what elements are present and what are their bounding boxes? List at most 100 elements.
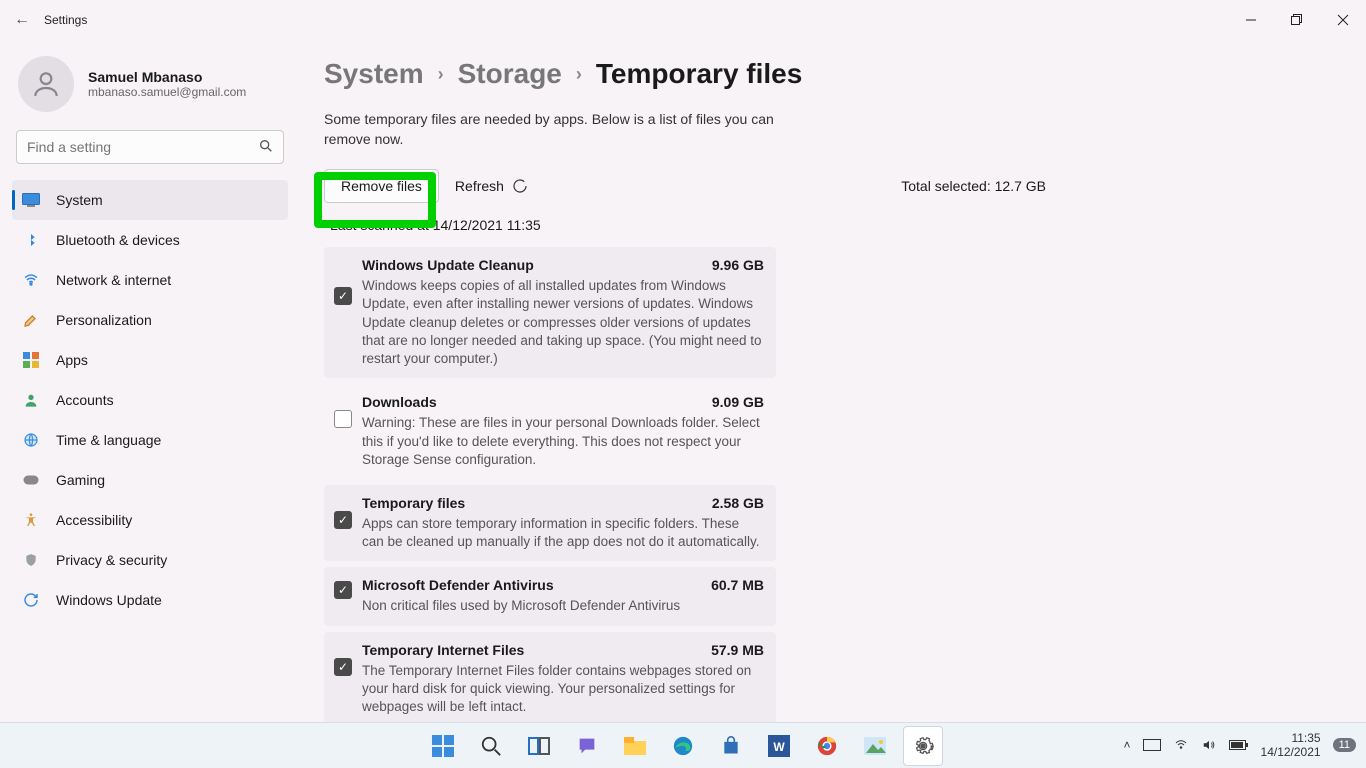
notification-badge[interactable]: 11 — [1333, 738, 1356, 752]
item-size: 9.96 GB — [712, 257, 764, 273]
sidebar-item-time[interactable]: Time & language — [12, 420, 288, 460]
refresh-button[interactable]: Refresh — [449, 178, 528, 194]
tray-chevron-icon[interactable]: ˄ — [1124, 738, 1131, 752]
refresh-label: Refresh — [455, 178, 504, 194]
item-checkbox[interactable]: ✓ — [334, 658, 352, 676]
wifi-tray-icon[interactable] — [1173, 739, 1189, 751]
cleanup-item: Downloads9.09 GB Warning: These are file… — [324, 384, 776, 479]
account-name: Samuel Mbanaso — [88, 69, 246, 85]
item-title: Temporary files — [362, 495, 465, 511]
store-icon[interactable] — [711, 726, 751, 766]
item-checkbox[interactable] — [334, 410, 352, 428]
remove-files-button[interactable]: Remove files — [324, 169, 439, 203]
cleanup-item: ✓ Temporary Internet Files57.9 MB The Te… — [324, 632, 776, 727]
sidebar-item-label: Personalization — [56, 312, 152, 328]
item-checkbox[interactable]: ✓ — [334, 511, 352, 529]
last-scanned: Last scanned at 14/12/2021 11:35 — [330, 217, 1326, 233]
keyboard-icon[interactable] — [1143, 739, 1161, 751]
wifi-icon — [22, 273, 40, 287]
sidebar-item-label: Network & internet — [56, 272, 171, 288]
sidebar-item-label: Windows Update — [56, 592, 162, 608]
sidebar-item-bluetooth[interactable]: Bluetooth & devices — [12, 220, 288, 260]
taskbar-search[interactable] — [471, 726, 511, 766]
bluetooth-icon — [22, 232, 40, 248]
sidebar-item-update[interactable]: Windows Update — [12, 580, 288, 620]
item-size: 57.9 MB — [711, 642, 764, 658]
settings-taskbar-icon[interactable] — [903, 726, 943, 766]
sidebar-item-gaming[interactable]: Gaming — [12, 460, 288, 500]
total-selected: Total selected: 12.7 GB — [901, 178, 1046, 194]
back-button[interactable]: ← — [14, 11, 44, 29]
chrome-icon[interactable] — [807, 726, 847, 766]
item-size: 2.58 GB — [712, 495, 764, 511]
person-icon — [22, 392, 40, 408]
window-controls — [1228, 0, 1366, 40]
system-icon — [22, 193, 40, 207]
sidebar-item-network[interactable]: Network & internet — [12, 260, 288, 300]
chevron-right-icon: › — [576, 64, 582, 85]
breadcrumb-system[interactable]: System — [324, 58, 424, 90]
minimize-button[interactable] — [1228, 0, 1274, 40]
item-desc: Apps can store temporary information in … — [362, 515, 764, 551]
breadcrumb-storage[interactable]: Storage — [458, 58, 562, 90]
explorer-icon[interactable] — [615, 726, 655, 766]
edge-icon[interactable] — [663, 726, 703, 766]
item-title: Microsoft Defender Antivirus — [362, 577, 554, 593]
sidebar-item-accounts[interactable]: Accounts — [12, 380, 288, 420]
window-title: Settings — [44, 13, 87, 27]
titlebar: ← Settings — [0, 0, 1366, 40]
item-list: ✓ Windows Update Cleanup9.96 GB Windows … — [324, 247, 776, 726]
sidebar-item-apps[interactable]: Apps — [12, 340, 288, 380]
action-row: Remove files Refresh Total selected: 12.… — [324, 169, 1326, 203]
account-email: mbanaso.samuel@gmail.com — [88, 85, 246, 99]
item-desc: Warning: These are files in your persona… — [362, 414, 764, 469]
content: System › Storage › Temporary files Some … — [300, 40, 1366, 730]
sidebar-item-privacy[interactable]: Privacy & security — [12, 540, 288, 580]
sidebar-item-accessibility[interactable]: Accessibility — [12, 500, 288, 540]
word-icon[interactable]: W — [759, 726, 799, 766]
sidebar-item-label: Accessibility — [56, 512, 132, 528]
maximize-button[interactable] — [1274, 0, 1320, 40]
system-tray: ˄ 11:35 14/12/2021 11 — [1124, 722, 1357, 768]
globe-icon — [22, 432, 40, 448]
item-size: 60.7 MB — [711, 577, 764, 593]
sidebar-item-label: Apps — [56, 352, 88, 368]
page-description: Some temporary files are needed by apps.… — [324, 110, 784, 149]
sidebar-item-label: System — [56, 192, 103, 208]
svg-text:W: W — [773, 740, 785, 754]
search-wrap — [16, 130, 284, 164]
volume-icon[interactable] — [1201, 738, 1217, 752]
sidebar-item-system[interactable]: System — [12, 180, 288, 220]
sidebar-item-label: Gaming — [56, 472, 105, 488]
gamepad-icon — [22, 474, 40, 486]
sidebar-item-personalization[interactable]: Personalization — [12, 300, 288, 340]
refresh-icon — [512, 178, 528, 194]
photos-icon[interactable] — [855, 726, 895, 766]
brush-icon — [22, 312, 40, 328]
sidebar-item-label: Privacy & security — [56, 552, 167, 568]
close-button[interactable] — [1320, 0, 1366, 40]
breadcrumb-page: Temporary files — [596, 58, 802, 90]
chat-icon[interactable] — [567, 726, 607, 766]
cleanup-item: ✓ Microsoft Defender Antivirus 60.7 MB No… — [324, 567, 776, 625]
cleanup-item: ✓ Windows Update Cleanup9.96 GB Windows … — [324, 247, 776, 378]
task-view[interactable] — [519, 726, 559, 766]
battery-icon[interactable] — [1229, 739, 1249, 751]
account-block[interactable]: Samuel Mbanaso mbanaso.samuel@gmail.com — [12, 50, 288, 126]
item-title: Downloads — [362, 394, 437, 410]
search-input[interactable] — [16, 130, 284, 164]
update-icon — [22, 592, 40, 608]
item-checkbox[interactable]: ✓ — [334, 287, 352, 305]
start-button[interactable] — [423, 726, 463, 766]
shield-icon — [22, 552, 40, 568]
apps-icon — [22, 352, 40, 368]
item-desc: Non critical files used by Microsoft Def… — [362, 597, 764, 615]
search-icon — [258, 138, 274, 154]
item-checkbox[interactable]: ✓ — [334, 581, 352, 599]
accessibility-icon — [22, 512, 40, 528]
clock[interactable]: 11:35 14/12/2021 — [1261, 731, 1321, 760]
item-desc: Windows keeps copies of all installed up… — [362, 277, 764, 368]
chevron-right-icon: › — [438, 64, 444, 85]
item-title: Temporary Internet Files — [362, 642, 524, 658]
sidebar: Samuel Mbanaso mbanaso.samuel@gmail.com … — [0, 40, 300, 730]
